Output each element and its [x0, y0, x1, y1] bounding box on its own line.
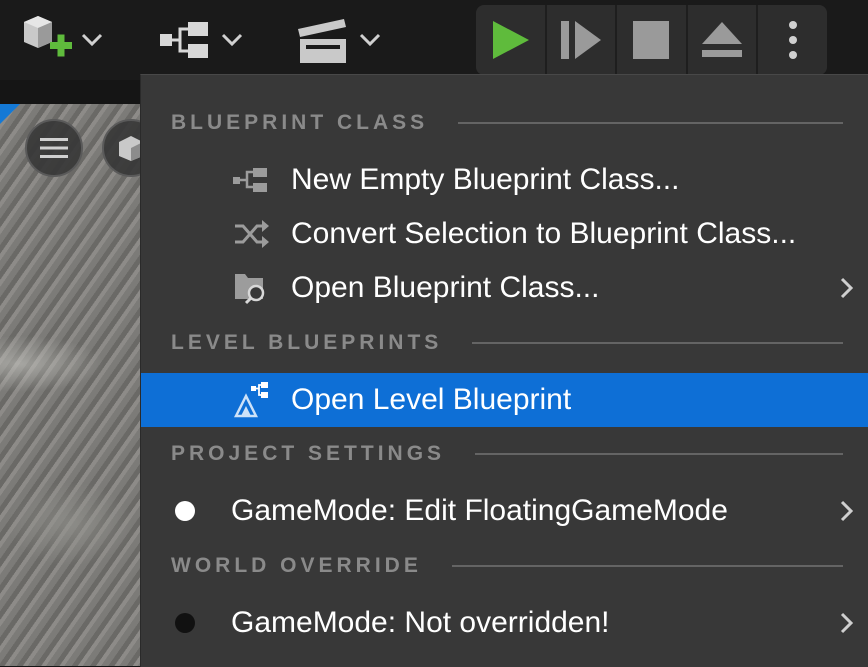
white-dot-icon: [175, 501, 195, 521]
chevron-right-icon: [840, 500, 854, 522]
add-actor-button[interactable]: [18, 8, 104, 72]
shuffle-icon: [231, 214, 271, 254]
section-header-world-override: WORLD OVERRIDE: [171, 554, 843, 578]
section-title: BLUEPRINT CLASS: [171, 111, 429, 134]
more-options-icon: [788, 21, 797, 59]
chevron-down-icon: [221, 33, 243, 47]
section-header-project-settings: PROJECT SETTINGS: [171, 442, 843, 466]
advance-frame-icon: [560, 21, 601, 59]
hamburger-menu-icon: [40, 138, 68, 158]
folder-search-icon: [231, 268, 271, 308]
viewport-options-button[interactable]: [25, 119, 83, 177]
blueprints-dropdown-menu: BLUEPRINT CLASS New Empty Blueprint Clas…: [140, 74, 868, 667]
open-blueprint-class-item[interactable]: Open Blueprint Class...: [141, 261, 868, 315]
main-toolbar: [0, 0, 868, 80]
level-blueprint-icon: [231, 380, 271, 420]
menu-item-label: GameMode: Edit FloatingGameMode: [231, 494, 728, 527]
convert-selection-item[interactable]: Convert Selection to Blueprint Class...: [141, 207, 868, 261]
cinematics-button[interactable]: [296, 8, 382, 72]
play-button[interactable]: [476, 5, 547, 75]
add-actor-icon: [24, 16, 72, 57]
chevron-down-icon: [359, 33, 381, 47]
section-header-level-blueprints: LEVEL BLUEPRINTS: [171, 331, 843, 355]
gamemode-edit-item[interactable]: GameMode: Edit FloatingGameMode: [141, 484, 868, 538]
more-options-button[interactable]: [758, 5, 827, 75]
black-dot-icon: [175, 613, 195, 633]
blueprint-icon: [160, 22, 208, 58]
play-icon: [493, 21, 530, 59]
divider: [458, 122, 843, 124]
level-viewport[interactable]: [0, 104, 140, 666]
cinematics-icon: [298, 19, 346, 63]
stop-icon: [633, 21, 670, 59]
divider: [472, 342, 843, 344]
stop-button[interactable]: [617, 5, 688, 75]
divider: [451, 565, 843, 567]
section-title: LEVEL BLUEPRINTS: [171, 331, 443, 354]
menu-item-label: GameMode: Not overridden!: [231, 606, 610, 639]
eject-icon: [702, 22, 743, 57]
new-empty-blueprint-class-item[interactable]: New Empty Blueprint Class...: [141, 153, 868, 207]
chevron-down-icon: [81, 33, 103, 47]
menu-item-label: Convert Selection to Blueprint Class...: [291, 217, 797, 250]
open-level-blueprint-item[interactable]: Open Level Blueprint: [141, 373, 868, 427]
divider: [475, 453, 843, 455]
play-controls: [476, 5, 827, 75]
blueprint-icon: [231, 160, 271, 200]
section-title: WORLD OVERRIDE: [171, 554, 422, 577]
section-header-blueprint-class: BLUEPRINT CLASS: [171, 111, 843, 135]
menu-item-label: Open Level Blueprint: [291, 383, 572, 416]
gamemode-override-item[interactable]: GameMode: Not overridden!: [141, 596, 868, 650]
chevron-right-icon: [840, 612, 854, 634]
advance-frame-button[interactable]: [547, 5, 618, 75]
chevron-right-icon: [840, 277, 854, 299]
menu-item-label: New Empty Blueprint Class...: [291, 163, 680, 196]
viewport-accent: [0, 104, 20, 124]
eject-button[interactable]: [688, 5, 759, 75]
section-title: PROJECT SETTINGS: [171, 442, 446, 465]
menu-item-label: Open Blueprint Class...: [291, 271, 600, 304]
blueprints-button[interactable]: [158, 8, 244, 72]
